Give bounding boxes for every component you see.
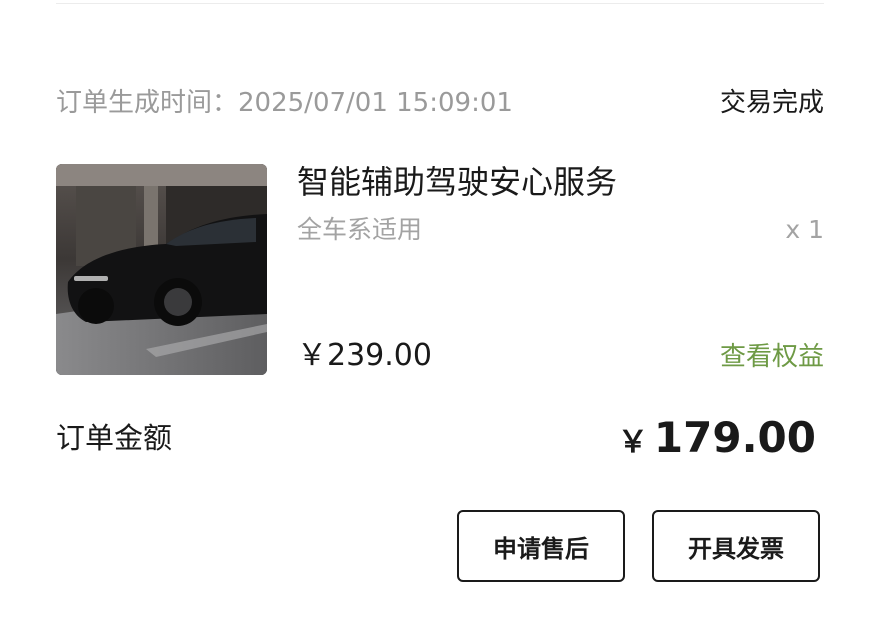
product-title[interactable]: 智能辅助驾驶安心服务	[297, 160, 617, 204]
product-price: ￥239.00	[297, 338, 432, 373]
order-total-value: 179.00	[653, 413, 816, 462]
order-header: 订单生成时间：2025/07/01 15:09:01 交易完成	[56, 86, 824, 120]
order-total-label: 订单金额	[56, 421, 173, 455]
issue-invoice-button[interactable]: 开具发票	[652, 510, 820, 582]
apply-aftersale-button[interactable]: 申请售后	[457, 510, 625, 582]
product-quantity: x 1	[785, 215, 824, 244]
view-benefits-link[interactable]: 查看权益	[720, 339, 824, 375]
order-time-label: 订单生成时间：	[56, 88, 239, 118]
order-time-value: 2025/07/01 15:09:01	[238, 88, 513, 118]
currency-symbol: ￥	[617, 425, 648, 460]
order-time: 订单生成时间：2025/07/01 15:09:01	[56, 86, 513, 120]
top-divider	[56, 3, 824, 4]
product-image[interactable]	[56, 164, 267, 375]
product-subtitle: 全车系适用	[297, 215, 423, 244]
order-status: 交易完成	[719, 88, 824, 118]
car-photo-icon	[56, 164, 267, 375]
order-total-amount: ￥ 179.00	[618, 410, 816, 466]
